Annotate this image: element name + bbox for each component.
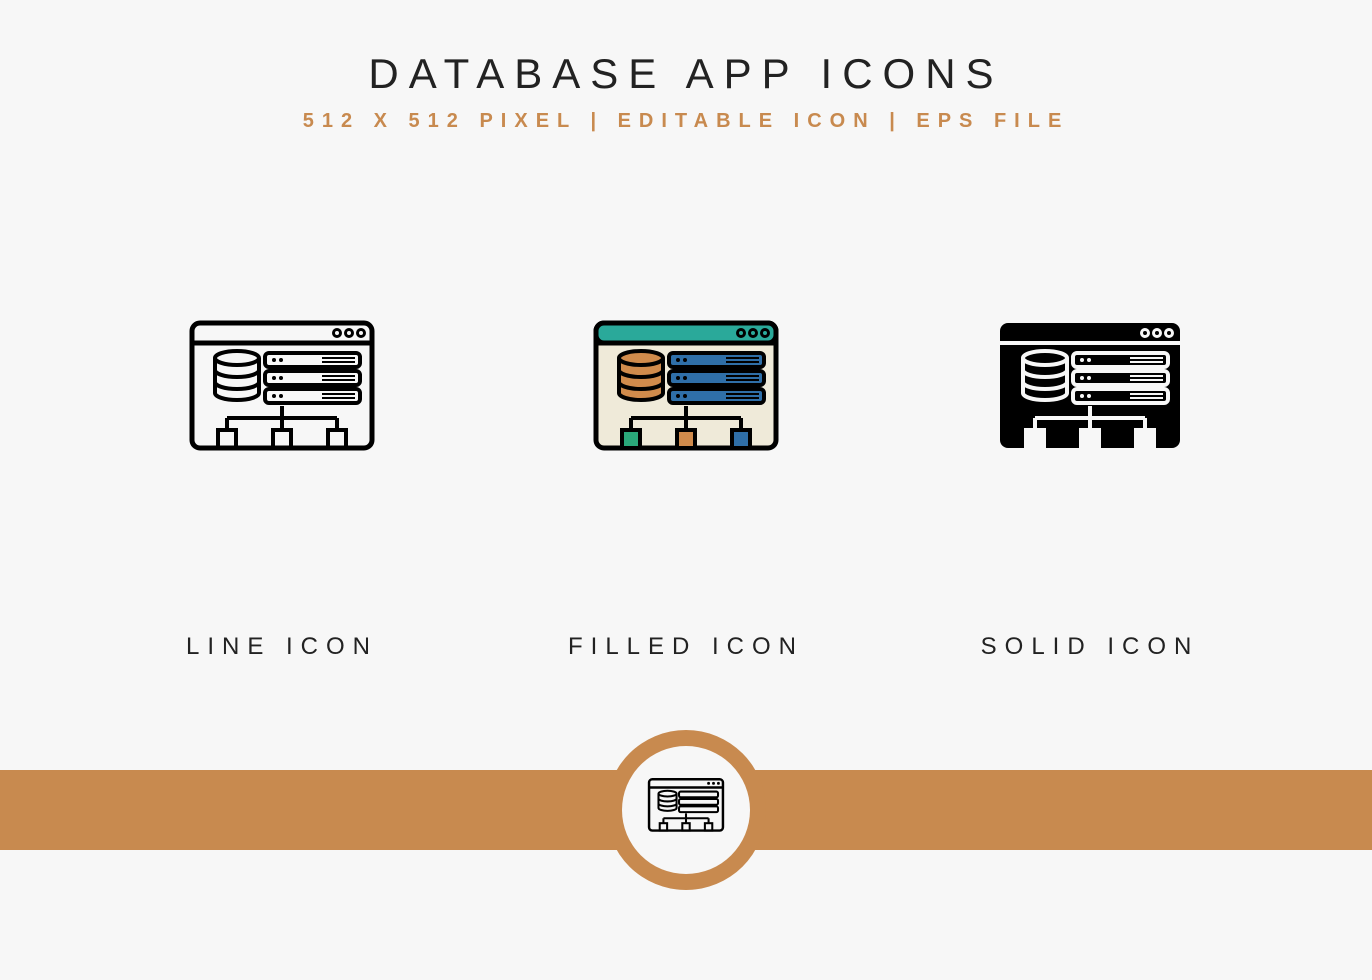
page-subtitle: 512 X 512 PIXEL | EDITABLE ICON | EPS FI… [0, 110, 1372, 133]
database-app-filled-icon [591, 313, 781, 473]
badge-circle [606, 730, 766, 890]
database-app-line-icon [187, 313, 377, 473]
filled-icon-label: FILLED ICON [526, 633, 846, 661]
page-title: DATABASE APP ICONS [0, 50, 1372, 98]
database-app-mini-icon [647, 777, 725, 844]
labels-row: LINE ICON FILLED ICON SOLID ICON [0, 633, 1372, 661]
line-icon-label: LINE ICON [122, 633, 442, 661]
filled-icon-cell [526, 313, 846, 473]
line-icon-cell [122, 313, 442, 473]
badge-circle-inner [622, 746, 750, 874]
icons-row [0, 313, 1372, 473]
database-app-solid-icon [995, 313, 1185, 473]
solid-icon-cell [930, 313, 1250, 473]
solid-icon-label: SOLID ICON [930, 633, 1250, 661]
